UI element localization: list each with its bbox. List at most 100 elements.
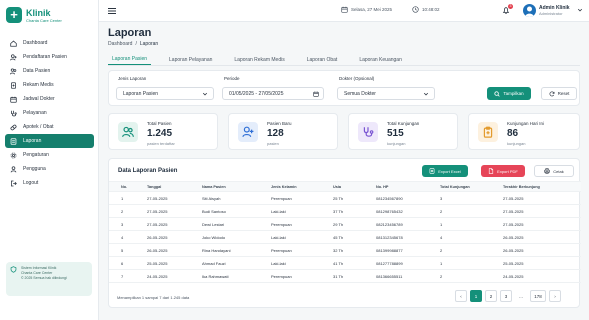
calendar-icon (10, 96, 17, 103)
export-pdf-label: Export PDF (497, 168, 518, 174)
stat-value: 1.245 (147, 128, 173, 139)
cell-no: 7 (121, 274, 124, 279)
sidebar-item-pendaftaran[interactable]: Pendaftaran Pasien (5, 50, 94, 64)
table-row[interactable]: 5 26-05-2025 Rina Handayani Perempuan 32… (109, 244, 581, 257)
cell-age: 32 Th (333, 248, 344, 253)
cell-visits: 1 (440, 261, 443, 266)
pagination-page-button[interactable]: 1 (470, 290, 482, 302)
dokter-value: Semua Dokter (344, 90, 376, 97)
sidebar-item-dashboard[interactable]: Dashboard (5, 36, 94, 50)
cell-age: 25 Th (333, 196, 344, 201)
sidebar-item-rekam-medis[interactable]: Rekam Medis (5, 78, 94, 92)
cell-age: 29 Th (333, 222, 344, 227)
sidebar-item-jadwal-dokter[interactable]: Jadwal Dokter (5, 92, 94, 106)
sidebar-item-pengguna[interactable]: Pengguna (5, 162, 94, 176)
tab-laporan-rekam-medis[interactable]: Laporan Rekam Medis (230, 54, 288, 65)
pill-icon (10, 124, 17, 131)
show-button[interactable]: Tampilkan (487, 87, 531, 100)
sidebar-item-label: Pengaturan (23, 152, 49, 158)
sidebar-item-pelayanan[interactable]: Pelayanan (5, 106, 94, 120)
tab-laporan-pelayanan[interactable]: Laporan Pelayanan (165, 54, 216, 65)
brand[interactable]: + Klinik Chanta Care Center (6, 7, 62, 23)
column-header[interactable]: Jenis Kelamin (271, 185, 297, 189)
sidebar-item-pengaturan[interactable]: Pengaturan (5, 148, 94, 162)
reset-button[interactable]: Reset (541, 87, 577, 100)
time-text: 10:48:02 (422, 7, 440, 12)
breadcrumb-current: Laporan (139, 41, 159, 47)
cell-age: 41 Th (333, 261, 344, 266)
tab-laporan-obat[interactable]: Laporan Obat (303, 54, 342, 65)
topbar-date: Selasa, 27 Mei 2025 (341, 6, 392, 13)
pagination-next-button[interactable]: › (549, 290, 561, 302)
periode-input[interactable]: 01/05/2025 - 27/05/2025 (222, 87, 324, 100)
search-icon (494, 90, 501, 97)
users-icon (122, 126, 134, 138)
export-excel-button[interactable]: Export Excel (422, 165, 468, 177)
cell-visits: 2 (440, 274, 443, 279)
column-header[interactable]: Total Kunjungan (440, 185, 470, 189)
user-plus-icon (10, 53, 17, 61)
pagination-page-button[interactable]: 178 (530, 290, 546, 302)
show-button-label: Tampilkan (503, 91, 524, 96)
table-row[interactable]: 1 27-05-2025 Siti Aisyah Perempuan 25 Th… (109, 192, 581, 205)
cell-gender: Perempuan (271, 222, 292, 227)
shield-icon (10, 266, 17, 273)
users-icon (10, 67, 17, 75)
stat-sub: pasien terdaftar (147, 141, 175, 146)
sidebar-item-apotek[interactable]: Apotek / Obat (5, 120, 94, 134)
dokter-select[interactable]: Semua Dokter (337, 87, 435, 100)
table-row[interactable]: 6 25-05-2025 Ahmad Fauzi Laki-laki 41 Th… (109, 257, 581, 270)
avatar[interactable] (523, 4, 536, 17)
sidebar-item-label: Rekam Medis (23, 82, 54, 88)
table-row[interactable]: 2 27-05-2025 Budi Santoso Laki-laki 37 T… (109, 205, 581, 218)
column-header[interactable]: Terakhir Berkunjung (503, 185, 540, 189)
report-tabs: Laporan Pasien Laporan Pelayanan Laporan… (108, 54, 420, 65)
stat-sub: pasien (267, 141, 279, 146)
pagination-page-button[interactable]: 2 (485, 290, 497, 302)
cell-date: 27-05-2025 (147, 209, 168, 214)
cell-visits: 3 (440, 196, 443, 201)
breadcrumb-root[interactable]: Dashboard (108, 41, 132, 47)
tab-laporan-keuangan[interactable]: Laporan Keuangan (355, 54, 406, 65)
column-header[interactable]: No. HP (376, 185, 388, 189)
cell-gender: Laki-laki (271, 261, 286, 266)
cell-last-visit: 25-05-2025 (503, 261, 524, 266)
tab-laporan-pasien[interactable]: Laporan Pasien (108, 54, 152, 65)
chevron-down-icon[interactable] (577, 7, 583, 13)
cell-name: Joko Widodo (202, 235, 226, 240)
topbar-time: 10:48:02 (412, 6, 440, 13)
cell-name: Ika Rahmawati (202, 274, 229, 279)
column-header[interactable]: No. (121, 185, 127, 189)
cell-name: Dewi Lestari (202, 222, 225, 227)
print-button[interactable]: Cetak (534, 165, 574, 177)
table-row[interactable]: 4 26-05-2025 Joko Widodo Laki-laki 45 Th… (109, 231, 581, 244)
sidebar-item-label: Logout (23, 180, 39, 186)
jenis-laporan-select[interactable]: Laporan Pasien (116, 87, 214, 100)
tabs-divider (108, 65, 580, 66)
cell-name: Rina Handayani (202, 248, 231, 253)
sidebar-item-laporan[interactable]: Laporan (5, 134, 94, 148)
sidebar-item-data-pasien[interactable]: Data Pasien (5, 64, 94, 78)
brand-name: Klinik (26, 7, 51, 18)
stat-value: 86 (507, 128, 519, 139)
column-header[interactable]: Tanggal (147, 185, 161, 189)
export-pdf-button[interactable]: Export PDF (481, 165, 525, 177)
menu-icon[interactable] (107, 6, 117, 16)
stat-card-pasien-baru: Pasien Baru 128 pasien (228, 113, 338, 150)
table-row[interactable]: 7 24-05-2025 Ika Rahmawati Perempuan 31 … (109, 270, 581, 283)
printer-icon (544, 168, 550, 174)
sidebar-footer-line3: © 2025 Semua hak dilindungi (21, 276, 67, 280)
pagination-ellipsis: ... (519, 293, 523, 299)
cell-no: 6 (121, 261, 124, 266)
column-header[interactable]: Nama Pasien (202, 185, 226, 189)
cell-gender: Perempuan (271, 274, 292, 279)
clipboard-icon (483, 126, 493, 138)
table-header-row: No. Tanggal Nama Pasien Jenis Kelamin Us… (109, 181, 581, 192)
column-header[interactable]: Usia (333, 185, 341, 189)
user-plus-icon (242, 126, 254, 138)
pagination-page-button[interactable]: 3 (500, 290, 512, 302)
report-icon (10, 137, 17, 145)
pagination-prev-button[interactable]: ‹ (455, 290, 467, 302)
table-row[interactable]: 3 27-05-2025 Dewi Lestari Perempuan 29 T… (109, 218, 581, 231)
sidebar-item-logout[interactable]: Logout (5, 176, 94, 190)
